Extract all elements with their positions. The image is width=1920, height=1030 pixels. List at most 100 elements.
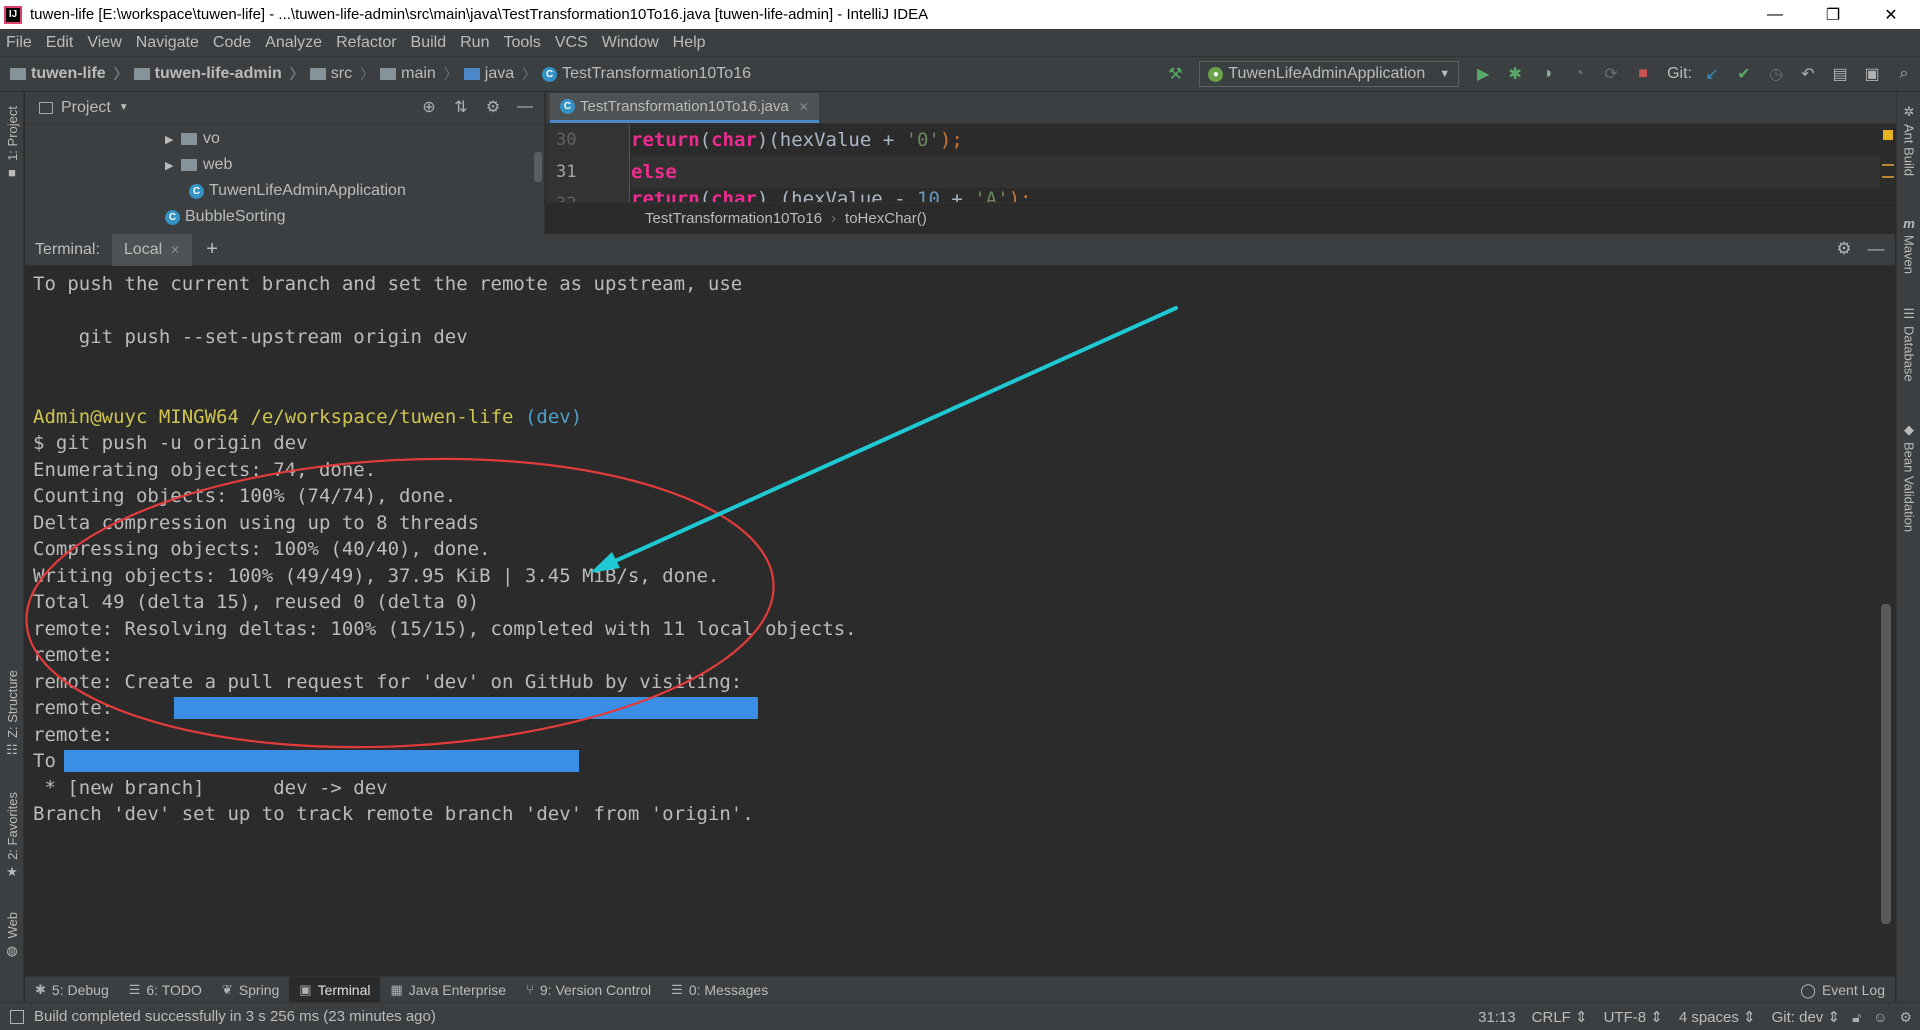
menu-run[interactable]: Run (460, 34, 489, 52)
status-message[interactable]: Build completed successfully in 3 s 256 … (34, 1008, 436, 1025)
editor-breadcrumb: TestTransformation10To16 › toHexChar() (546, 202, 1896, 234)
hide-icon[interactable]: — (514, 96, 536, 118)
close-button[interactable]: ✕ (1862, 0, 1920, 29)
menu-vcs[interactable]: VCS (555, 34, 588, 52)
code-area[interactable]: return (char) (hexValue + '0'); else ret… (631, 124, 1880, 202)
git-commit-icon[interactable]: ✔ (1733, 63, 1755, 85)
close-tab-icon[interactable]: ✕ (799, 100, 809, 114)
minimize-button[interactable]: — (1746, 0, 1804, 29)
tab-label: 0: Messages (688, 981, 769, 998)
bean-validation-tool-tab[interactable]: ◆ Bean Validation (1897, 422, 1920, 532)
coverage-icon[interactable]: ◑ (1536, 63, 1558, 85)
caret-position[interactable]: 31:13 (1478, 1009, 1516, 1026)
close-tab-icon[interactable]: ✕ (170, 243, 180, 257)
tab-todo[interactable]: ☰ 6: TODO (119, 977, 212, 1003)
menu-tools[interactable]: Tools (503, 34, 540, 52)
breadcrumb-main[interactable]: main 〉 (380, 64, 458, 84)
menu-code[interactable]: Code (213, 34, 251, 52)
lock-icon[interactable]: 🔓︎ (1852, 1009, 1861, 1026)
git-update-icon[interactable]: ↙ (1701, 63, 1723, 85)
encoding-widget[interactable]: UTF-8 ⇕ (1604, 1008, 1663, 1026)
menu-window[interactable]: Window (602, 34, 659, 52)
favorites-tool-tab[interactable]: 2: Favorites ★ (0, 792, 24, 880)
maven-tool-tab[interactable]: m Maven (1897, 216, 1920, 274)
profile-icon[interactable]: ◔ (1568, 63, 1590, 85)
tab-spring[interactable]: ❦ Spring (212, 977, 289, 1003)
expand-arrow-icon[interactable]: ▶ (165, 133, 181, 146)
structure-tool-tab[interactable]: Z: Structure ☷ (0, 670, 24, 758)
git-branch-widget[interactable]: Git: dev ⇕ (1772, 1008, 1840, 1026)
list-icon: ☰ (128, 981, 141, 997)
terminal-scrollbar[interactable] (1881, 604, 1891, 924)
inspector-icon[interactable]: ☺ (1873, 1009, 1887, 1025)
memory-icon[interactable]: ⚙ (1899, 1009, 1912, 1026)
search-icon[interactable]: ⌕ (1893, 63, 1915, 85)
menu-navigate[interactable]: Navigate (136, 34, 199, 52)
tab-label: Spring (238, 981, 280, 998)
globe-icon: ◍ (6, 942, 18, 958)
editor-breadcrumb-class[interactable]: TestTransformation10To16 (645, 210, 822, 227)
run-configuration-select[interactable]: ● TuwenLifeAdminApplication ▼ (1199, 61, 1460, 87)
menu-edit[interactable]: Edit (46, 34, 74, 52)
tab-messages[interactable]: ☰ 0: Messages (661, 977, 778, 1003)
breadcrumb-module[interactable]: tuwen-life-admin 〉 (133, 64, 304, 84)
menu-view[interactable]: View (87, 34, 121, 52)
gear-icon[interactable]: ⚙ (482, 96, 504, 118)
new-terminal-button[interactable]: + (206, 238, 218, 261)
ant-build-tool-tab[interactable]: ✲ Ant Build (1897, 104, 1920, 176)
attach-icon[interactable]: ⟳ (1600, 63, 1622, 85)
line-separator-widget[interactable]: CRLF ⇕ (1532, 1008, 1588, 1026)
web-tool-tab[interactable]: Web ◍ (0, 912, 24, 959)
project-tool-tab[interactable]: 1: Project ■ (0, 106, 24, 180)
collapse-all-icon[interactable]: ⇅ (450, 96, 472, 118)
terminal-tab-local[interactable]: Local ✕ (111, 233, 193, 266)
indent-widget[interactable]: 4 spaces ⇕ (1679, 1008, 1756, 1026)
chevron-down-icon[interactable]: ▼ (119, 102, 129, 113)
breadcrumb-src[interactable]: src 〉 (309, 64, 374, 84)
editor-breadcrumb-method[interactable]: toHexChar() (845, 210, 927, 227)
terminal-line-text: remote: (33, 697, 114, 719)
layout-icon[interactable]: ▣ (1861, 63, 1883, 85)
locate-icon[interactable]: ⊕ (418, 96, 440, 118)
project-scrollbar[interactable] (534, 152, 542, 182)
hide-icon[interactable]: — (1865, 238, 1887, 260)
stop-icon[interactable]: ■ (1632, 63, 1654, 85)
build-hammer-icon[interactable]: ⚒ (1164, 63, 1186, 85)
debug-icon[interactable]: ✱ (1504, 63, 1526, 85)
expand-arrow-icon[interactable]: ▶ (165, 159, 181, 172)
menu-file[interactable]: File (6, 34, 32, 52)
tree-item-admin-application[interactable]: C TuwenLifeAdminApplication (189, 178, 406, 204)
editor-tab-active[interactable]: C TestTransformation10To16.java ✕ (550, 93, 819, 123)
status-bar: Build completed successfully in 3 s 256 … (0, 1002, 1920, 1030)
tab-terminal[interactable]: ▣ Terminal (289, 976, 381, 1003)
database-tool-tab[interactable]: ☰ Database (1897, 306, 1920, 382)
gear-icon[interactable]: ⚙ (1833, 238, 1855, 260)
project-structure-icon[interactable]: ▤ (1829, 63, 1851, 85)
git-rollback-icon[interactable]: ↶ (1797, 63, 1819, 85)
restore-button[interactable]: ❐ (1804, 0, 1862, 29)
branch-icon: ⑂ (526, 982, 534, 997)
terminal-output[interactable]: To push the current branch and set the r… (25, 266, 1873, 976)
tree-item-web[interactable]: ▶ web (165, 152, 232, 178)
menu-build[interactable]: Build (411, 34, 447, 52)
project-view-select[interactable]: Project (61, 99, 111, 117)
menu-refactor[interactable]: Refactor (336, 34, 396, 52)
git-history-icon[interactable]: ◷ (1765, 63, 1787, 85)
tab-version-control[interactable]: ⑂ 9: Version Control (516, 977, 661, 1003)
menu-analyze[interactable]: Analyze (265, 34, 322, 52)
tool-windows-icon[interactable] (10, 1009, 24, 1024)
warning-icon[interactable] (1883, 130, 1893, 140)
warning-mark[interactable] (1882, 176, 1894, 178)
breadcrumb-java[interactable]: java 〉 (463, 64, 536, 84)
tab-debug[interactable]: ✱ 5: Debug (25, 977, 119, 1003)
breadcrumb-class[interactable]: C TestTransformation10To16 (542, 65, 751, 83)
tree-item-vo[interactable]: ▶ vo (165, 126, 220, 152)
run-icon[interactable]: ▶ (1472, 63, 1494, 85)
menu-help[interactable]: Help (673, 34, 706, 52)
tab-java-enterprise[interactable]: ▦ Java Enterprise (380, 977, 516, 1003)
warning-mark[interactable] (1882, 164, 1894, 166)
tab-label: Terminal (317, 981, 371, 998)
breadcrumb-project[interactable]: tuwen-life 〉 (10, 64, 128, 84)
event-log-button[interactable]: ◯ Event Log (1800, 977, 1885, 1003)
tree-item-bubble-sorting[interactable]: C BubbleSorting (165, 204, 286, 230)
